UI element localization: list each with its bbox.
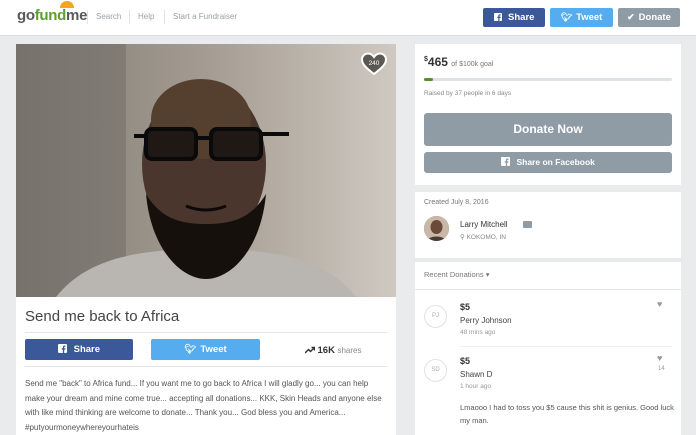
campaign-share-button[interactable]: Share [25, 339, 133, 360]
raised-amount: 465 [427, 55, 448, 69]
recent-divider [415, 289, 681, 290]
nav-start-fundraiser[interactable]: Start a Fundraiser [173, 12, 237, 21]
caret-down-icon: ▾ [485, 270, 490, 279]
campaign-title: Send me back to Africa [25, 308, 180, 325]
heart-icon[interactable]: ♥ [657, 299, 662, 309]
header-donate-button[interactable]: ✔ Donate [618, 8, 680, 27]
facebook-icon [57, 344, 70, 355]
created-date: Created July 8, 2016 [424, 199, 489, 206]
recent-donations-title: Recent Donations [424, 270, 484, 279]
twitter-icon: 🐦︎ [184, 344, 197, 355]
twitter-icon: 🐦︎ [560, 12, 573, 22]
donor-avatar-placeholder: PJ [424, 305, 447, 328]
campaign-story: Send me "back" to Africa fund... If you … [25, 379, 382, 432]
organizer-location: ⚲ KOKOMO, IN [460, 233, 506, 241]
header-share-label: Share [508, 12, 535, 23]
organizer-location-text: KOKOMO, IN [466, 234, 506, 241]
nav-divider [87, 10, 88, 24]
donation-divider [460, 346, 672, 347]
donor-name: Perry Johnson [460, 316, 512, 325]
shares-label: shares [337, 346, 362, 355]
campaign-share-label: Share [73, 344, 101, 355]
like-count: 14 [658, 366, 665, 372]
header-tweet-button[interactable]: 🐦︎ Tweet [550, 8, 613, 27]
header-share-button[interactable]: Share [483, 8, 545, 27]
amount-raised: $465 of $100k goal [424, 55, 493, 69]
header-donate-label: Donate [638, 12, 671, 23]
campaign-photo-image [16, 44, 396, 297]
heart-count: 240 [369, 60, 380, 67]
campaign-photo: 240 [16, 44, 396, 297]
donation-amount: $5 [460, 356, 471, 366]
trending-up-icon [304, 345, 318, 355]
donation-message: Lmaooo I had to toss you $5 cause this s… [460, 403, 674, 425]
logo-leaf-icon [60, 1, 74, 8]
facebook-icon [501, 157, 512, 167]
share-on-facebook-label: Share on Facebook [516, 157, 595, 167]
goal-text: of $100k goal [451, 61, 494, 68]
donate-now-button[interactable]: Donate Now [424, 113, 672, 146]
progress-fill [424, 78, 433, 81]
donor-name: Shawn D [460, 370, 493, 379]
share-on-facebook-button[interactable]: Share on Facebook [424, 152, 672, 173]
donation-time: 1 hour ago [460, 383, 492, 390]
recent-donations-card: Recent Donations ▾ PJ $5 Perry Johnson 4… [415, 262, 681, 435]
gofundme-logo[interactable]: gofundme [17, 1, 88, 24]
shares-count: 16K shares [304, 345, 362, 356]
checkmark-icon: ✔ [627, 12, 635, 22]
nav-divider [129, 10, 130, 24]
donate-card: $465 of $100k goal Raised by 37 people i… [415, 44, 681, 185]
logo-part-go: go [17, 7, 35, 24]
campaign-tweet-label: Tweet [200, 344, 227, 355]
favorite-heart-icon[interactable]: 240 [360, 52, 388, 76]
facebook-icon [493, 12, 505, 22]
header-tweet-label: Tweet [576, 12, 603, 23]
nav-divider [164, 10, 165, 24]
organizer-card: Created July 8, 2016 Larry Mitchell ⚲ KO… [415, 192, 681, 258]
progress-bar [424, 78, 672, 81]
location-pin-icon: ⚲ [460, 234, 465, 241]
raised-by: Raised by 37 people in 6 days [424, 90, 512, 97]
share-divider [25, 366, 387, 367]
shares-number: 16K [317, 345, 335, 356]
logo-part-me: me [66, 7, 88, 24]
donation-time: 48 mins ago [460, 329, 496, 336]
recent-donations-header[interactable]: Recent Donations ▾ [424, 270, 489, 279]
donation-amount: $5 [460, 302, 471, 312]
top-bar: gofundme Search Help Start a Fundraiser … [0, 0, 696, 36]
campaign-card: 240 Send me back to Africa Share 🐦︎ Tweet… [16, 44, 396, 435]
envelope-icon[interactable] [523, 221, 532, 228]
nav-search[interactable]: Search [96, 12, 121, 21]
logo-part-fund: fund [34, 7, 67, 24]
campaign-tweet-button[interactable]: 🐦︎ Tweet [151, 339, 260, 360]
organizer-avatar[interactable] [424, 216, 449, 241]
heart-icon[interactable]: ♥ [657, 353, 662, 363]
nav-help[interactable]: Help [138, 12, 154, 21]
title-divider [25, 332, 387, 333]
donor-avatar-placeholder: SD [424, 359, 447, 382]
organizer-name[interactable]: Larry Mitchell [460, 220, 508, 229]
